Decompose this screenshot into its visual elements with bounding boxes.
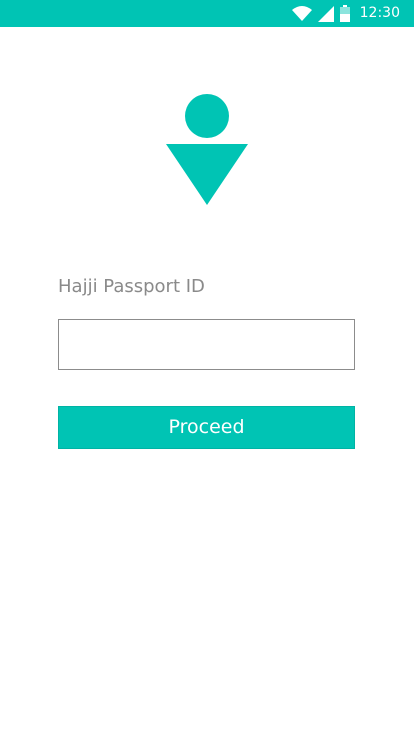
status-icons: 12:30 <box>291 4 400 23</box>
cell-signal-icon <box>317 5 334 22</box>
status-bar: 12:30 <box>0 0 414 27</box>
status-time: 12:30 <box>359 5 400 21</box>
wifi-icon <box>291 6 312 21</box>
battery-icon <box>339 5 350 22</box>
person-pin-icon <box>166 94 248 205</box>
passport-id-input[interactable] <box>58 319 355 370</box>
proceed-button[interactable]: Proceed <box>58 406 355 449</box>
passport-id-label: Hajji Passport ID <box>58 276 205 297</box>
